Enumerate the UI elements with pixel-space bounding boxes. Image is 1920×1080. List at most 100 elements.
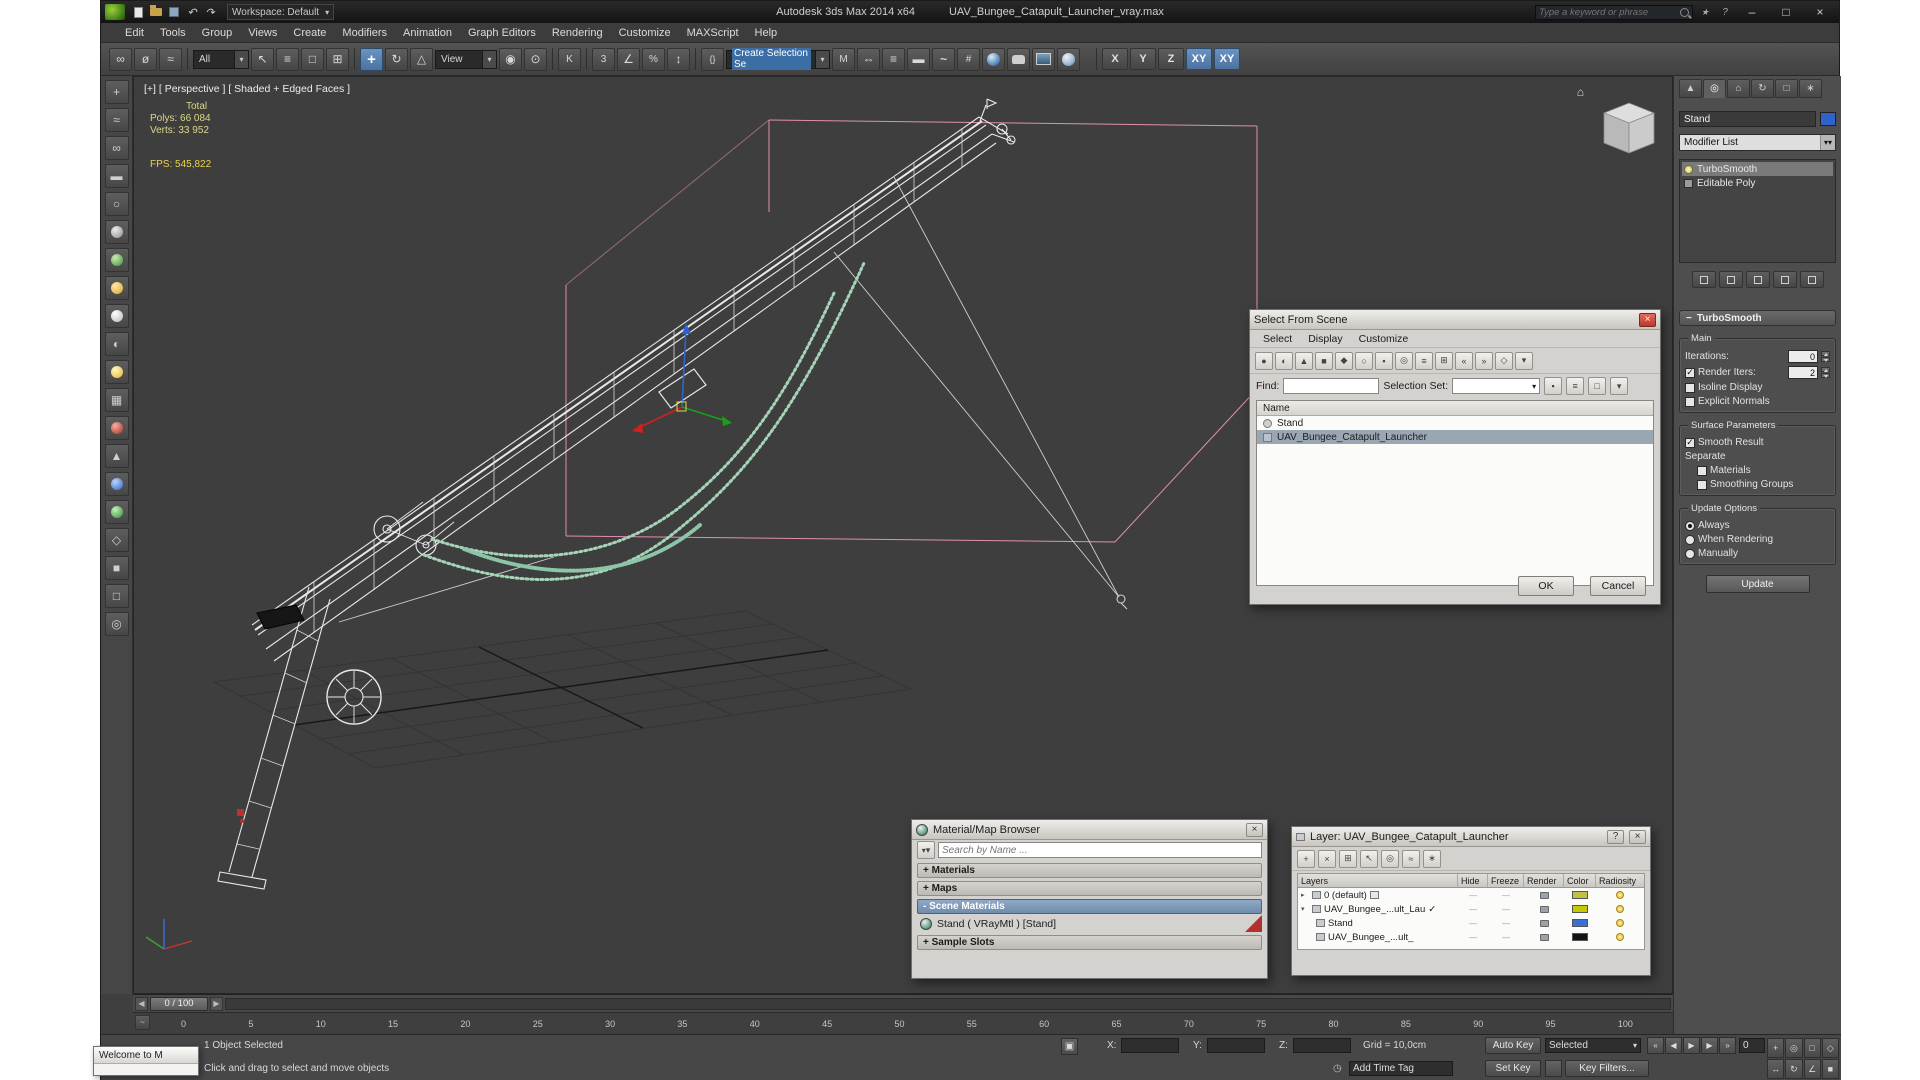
- modeling-tool-icon-20[interactable]: ◎: [104, 612, 129, 636]
- next-frame-button[interactable]: ▶: [210, 996, 223, 1011]
- time-slider-track[interactable]: [225, 997, 1671, 1010]
- mirror-icon[interactable]: [832, 47, 855, 71]
- tab-create[interactable]: ▲: [1679, 79, 1702, 98]
- axis-xy-button[interactable]: XY: [1186, 48, 1212, 70]
- tab-modify[interactable]: ◎: [1703, 79, 1726, 98]
- welcome-title[interactable]: Welcome to M: [94, 1047, 198, 1064]
- layer-color-swatch[interactable]: [1572, 905, 1588, 913]
- y-coord-field[interactable]: [1207, 1038, 1265, 1053]
- expand-icon[interactable]: ▾: [1301, 905, 1309, 913]
- modeling-tool-icon-13[interactable]: [104, 416, 129, 440]
- menu-maxscript[interactable]: MAXScript: [679, 27, 747, 39]
- modeling-tool-icon-19[interactable]: □: [104, 584, 129, 608]
- search-input[interactable]: [1539, 6, 1680, 18]
- prev-frame-button[interactable]: ◀: [135, 996, 148, 1011]
- maximize-button[interactable]: □: [1771, 2, 1801, 22]
- render-toggle-icon[interactable]: [1539, 905, 1549, 913]
- highlight-layer-icon[interactable]: ◎: [1381, 849, 1399, 868]
- trackbar-curve-icon[interactable]: [135, 1015, 150, 1030]
- select-rotate-icon[interactable]: [385, 47, 408, 71]
- freeze-toggle[interactable]: [1502, 918, 1510, 929]
- manually-radio[interactable]: [1685, 548, 1695, 559]
- zoom-icon[interactable]: [1767, 1038, 1785, 1058]
- layer-color-swatch[interactable]: [1572, 891, 1588, 899]
- pin-stack-icon[interactable]: [1691, 271, 1716, 288]
- track-bar[interactable]: 0 5 10 15 20 25 30 35 40 45 50 55 60 65 …: [133, 1012, 1673, 1034]
- layer-manager-icon[interactable]: [882, 47, 905, 71]
- modeling-tool-icon-5[interactable]: ○: [104, 192, 129, 216]
- tab-hierarchy[interactable]: ⌂: [1727, 79, 1750, 98]
- menu-display[interactable]: Display: [1301, 333, 1349, 345]
- rect-region-icon[interactable]: [301, 47, 324, 71]
- material-search-input[interactable]: [942, 844, 1258, 856]
- menu-animation[interactable]: Animation: [395, 27, 460, 39]
- layer-row-default[interactable]: ▸ 0 (default): [1298, 888, 1644, 902]
- time-slider-handle[interactable]: 0 / 100: [150, 996, 208, 1011]
- key-mode-icon[interactable]: [1545, 1060, 1562, 1077]
- transport-end-icon[interactable]: [1719, 1037, 1736, 1054]
- hide-toggle[interactable]: [1469, 918, 1477, 929]
- modeling-tool-icon-2[interactable]: ≈: [104, 108, 129, 132]
- select-manipulate-icon[interactable]: [524, 47, 547, 71]
- new-scene-button[interactable]: [129, 4, 147, 20]
- menu-select[interactable]: Select: [1256, 333, 1299, 345]
- display-children-icon[interactable]: ▾: [1515, 351, 1533, 370]
- axis-x-button[interactable]: X: [1102, 48, 1128, 70]
- redo-button[interactable]: [201, 4, 219, 20]
- welcome-window[interactable]: Welcome to M: [93, 1046, 199, 1076]
- render-toggle-icon[interactable]: [1539, 919, 1549, 927]
- render-iters-spinner[interactable]: [1821, 367, 1830, 378]
- save-file-button[interactable]: [165, 4, 183, 20]
- hide-toggle[interactable]: [1469, 932, 1477, 943]
- stack-item-turbosmooth[interactable]: TurboSmooth: [1682, 162, 1833, 176]
- zoom-all-icon[interactable]: [1785, 1038, 1803, 1058]
- keyboard-override-icon[interactable]: [558, 47, 581, 71]
- expand-icon[interactable]: ▸: [1301, 891, 1309, 899]
- object-row-uav[interactable]: UAV_Bungee_...ult_: [1298, 930, 1644, 944]
- radiosity-icon[interactable]: [1616, 905, 1624, 913]
- z-coord-field[interactable]: [1293, 1038, 1351, 1053]
- angle-snap-icon[interactable]: [617, 47, 640, 71]
- configure-modifier-sets-icon[interactable]: [1799, 271, 1824, 288]
- help-button[interactable]: ?: [1607, 829, 1624, 844]
- col-radiosity[interactable]: Radiosity: [1596, 874, 1644, 887]
- set-key-button[interactable]: Set Key: [1485, 1060, 1541, 1077]
- pan-icon[interactable]: [1767, 1059, 1785, 1079]
- render-toggle-icon[interactable]: [1539, 933, 1549, 941]
- menu-group[interactable]: Group: [194, 27, 241, 39]
- modeling-tool-icon-12[interactable]: ▦: [104, 388, 129, 412]
- x-coord-field[interactable]: [1121, 1038, 1179, 1053]
- find-field[interactable]: [1283, 378, 1380, 394]
- dialog-title-bar[interactable]: Select From Scene ×: [1250, 310, 1660, 330]
- display-spacewarps-icon[interactable]: ○: [1355, 351, 1373, 370]
- select-object-icon[interactable]: [251, 47, 274, 71]
- scene-materials-rollout[interactable]: - Scene Materials: [917, 899, 1262, 914]
- smoothing-groups-checkbox[interactable]: [1697, 479, 1707, 490]
- modeling-tool-icon-8[interactable]: [104, 276, 129, 300]
- select-move-icon[interactable]: [360, 47, 383, 71]
- tab-motion[interactable]: ↻: [1751, 79, 1774, 98]
- layer-columns-header[interactable]: Layers Hide Freeze Render Color Radiosit…: [1297, 873, 1645, 888]
- tab-display[interactable]: □: [1775, 79, 1798, 98]
- axis-y-button[interactable]: Y: [1130, 48, 1156, 70]
- lock-cell-icon[interactable]: □: [1588, 377, 1607, 395]
- menu-rendering[interactable]: Rendering: [544, 27, 611, 39]
- menu-graph-editors[interactable]: Graph Editors: [460, 27, 544, 39]
- render-toggle-icon[interactable]: [1539, 891, 1549, 899]
- object-color-swatch[interactable]: [1572, 933, 1588, 941]
- chevron-down-icon[interactable]: ▾: [917, 841, 935, 859]
- always-radio[interactable]: [1685, 520, 1695, 531]
- modeling-tool-icon-9[interactable]: [104, 304, 129, 328]
- find-input[interactable]: [1287, 380, 1376, 392]
- axis-xy-flyout-button[interactable]: XY: [1214, 48, 1240, 70]
- iterations-spinner[interactable]: [1821, 351, 1830, 362]
- maximize-viewport-icon[interactable]: [1821, 1059, 1839, 1079]
- display-all-icon[interactable]: «: [1455, 351, 1473, 370]
- modeling-tool-icon-14[interactable]: ▲: [104, 444, 129, 468]
- ribbon-toggle-icon[interactable]: [907, 47, 930, 71]
- viewcube-home-icon[interactable]: [1577, 85, 1584, 99]
- turbosmooth-rollout[interactable]: TurboSmooth: [1679, 310, 1836, 326]
- col-freeze[interactable]: Freeze: [1488, 874, 1524, 887]
- named-selection-combo[interactable]: Create Selection Se: [726, 48, 830, 70]
- unlink-selection-icon[interactable]: [134, 47, 157, 71]
